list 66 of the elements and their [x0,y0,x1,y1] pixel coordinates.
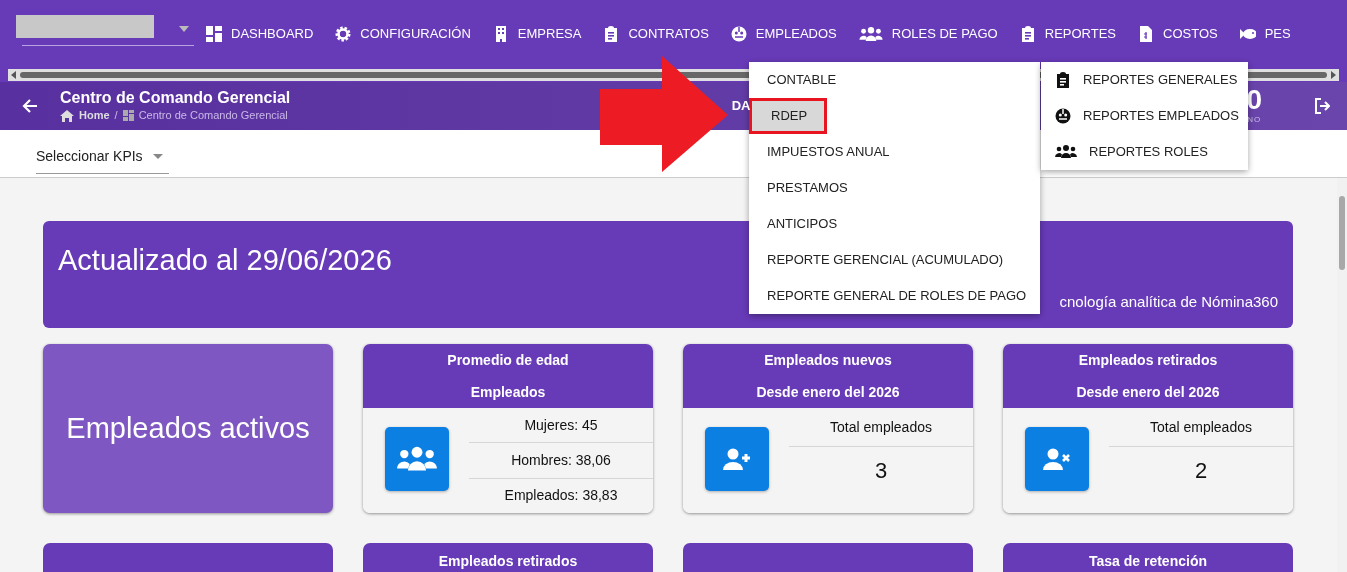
nav-item[interactable]: PES [1228,24,1302,44]
menu-item[interactable]: IMPUESTOS ANUAL [749,134,1040,170]
stat-label: Total empleados [1150,417,1252,437]
nav-item[interactable]: EMPRESA [481,24,593,44]
face-icon [1055,108,1071,124]
dashboard-icon [122,110,134,122]
breadcrumb-current: Centro de Comando Gerencial [138,108,288,124]
clipboard-icon [1019,26,1036,42]
banner-caption: cnología analítica de Nómina360 [1059,291,1278,312]
fish-icon [1239,26,1256,42]
settings-icon [335,26,352,42]
clipboard-icon [603,26,620,42]
breadcrumb-separator: / [114,108,118,124]
user-remove-icon [1043,448,1071,470]
stat-value: 2 [1194,457,1208,485]
menu-item[interactable]: REPORTES EMPLEADOS [1041,98,1248,134]
nav-item[interactable]: CONTRATOS [592,24,720,44]
breadcrumb-link[interactable]: Home [79,107,110,124]
nav-item[interactable]: EMPLEADOS [719,24,848,44]
scroll-right-icon[interactable] [1331,71,1336,79]
menu-item[interactable]: PRESTAMOS [749,170,1040,206]
home-icon[interactable] [60,109,74,122]
caret-icon[interactable] [152,154,163,159]
menu-item[interactable]: RDEP [749,98,827,134]
dashboard-icon [206,26,222,42]
card-title: Tasa de retención [1089,553,1207,569]
stat-label: Total empleados [830,417,932,437]
nav-item[interactable]: ROLES DE PAGO [847,24,1009,44]
nav-item[interactable]: CONFIGURACIÓN [324,24,482,44]
stat-value: 3 [874,457,888,485]
face-icon [730,26,747,42]
group-icon [1055,144,1077,160]
card-subtitle: Desde enero del 2026 [1075,382,1221,402]
menu-item[interactable]: CONTABLE [749,62,1040,98]
card-subtitle: Desde enero del 2026 [755,382,901,402]
stat-value: 0 [1246,86,1262,114]
card-subtitle: Empleados [469,382,547,402]
menu-item[interactable]: ANTICIPOS [749,206,1040,242]
stat-text: Mujeres: 45 [524,415,598,435]
stat-text: Empleados: 38,83 [504,486,618,506]
dollar-document-icon [1138,26,1155,42]
nav-item[interactable]: DASHBOARD [195,24,325,44]
nav-item[interactable]: REPORTES [1008,24,1128,44]
card-title: Promedio de edad [446,350,570,370]
menu-item[interactable]: REPORTE GERENCIAL (ACUMULADO) [749,242,1040,278]
kpi-select[interactable]: Seleccionar KPIs [36,146,143,167]
card-title: Empleados nuevos [763,350,893,370]
nav-item[interactable]: COSTOS [1127,24,1229,44]
caret-icon[interactable] [179,26,189,32]
clipboard-icon [1055,72,1071,88]
menu-item[interactable]: REPORTE GENERAL DE ROLES DE PAGO [749,278,1040,314]
scroll-left-icon[interactable] [11,71,16,79]
card-title: Empleados retirados [438,553,578,569]
page-title: Centro de Comando Gerencial [60,88,291,108]
banner-title: Actualizado al 29/06/2026 [58,243,392,278]
group-icon [858,25,883,43]
card-title: Empleados activos [66,410,310,446]
back-arrow-icon[interactable] [22,98,38,114]
menu-item[interactable]: REPORTES ROLES [1041,134,1248,170]
stat-text: Hombres: 38,06 [511,451,611,470]
card-title: Empleados retirados [1077,350,1219,370]
user-add-icon [723,448,751,470]
stat-caption: NO [1247,114,1262,126]
scrollbar-thumb[interactable] [1339,196,1345,270]
logout-icon[interactable] [1314,98,1330,114]
menu-item[interactable]: REPORTES GENERALES [1041,62,1248,98]
